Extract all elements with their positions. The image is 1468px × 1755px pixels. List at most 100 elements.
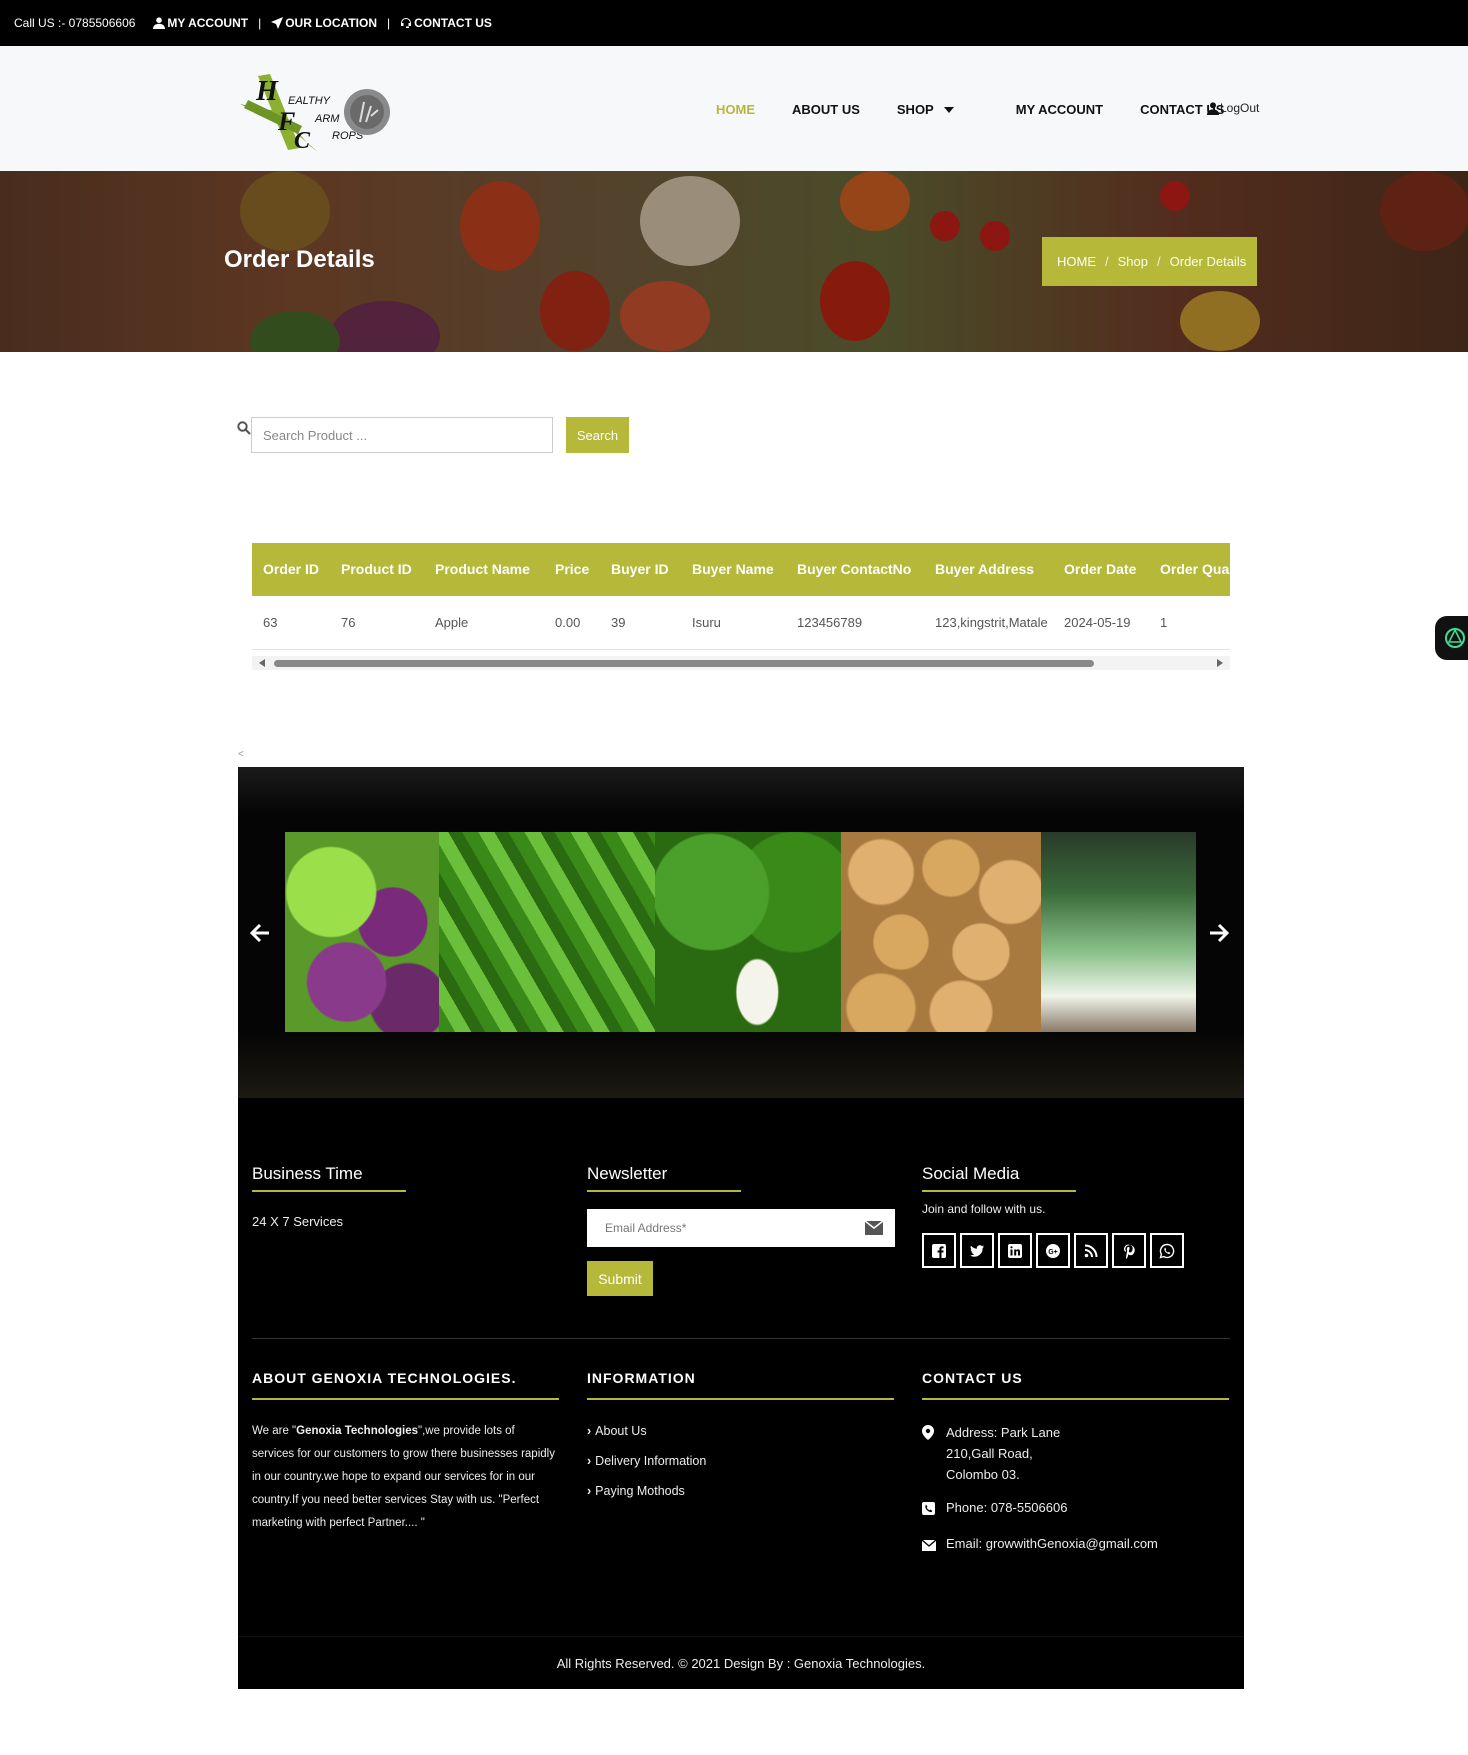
search-icon: [237, 421, 251, 435]
search-input[interactable]: [251, 417, 553, 453]
product-slider: [238, 767, 1244, 1098]
column-header: Order Date: [1064, 561, 1137, 577]
potatoes-image[interactable]: [841, 832, 1041, 1032]
topbar-location-label: OUR LOCATION: [285, 16, 377, 30]
table-header: Order ID Product ID Product Name Price B…: [252, 543, 1230, 596]
nav-my-account[interactable]: MY ACCOUNT: [1016, 102, 1103, 117]
scroll-left-icon[interactable]: [259, 659, 265, 667]
whatsapp-link[interactable]: [1150, 1233, 1184, 1268]
social-media-title: Social Media: [922, 1164, 1076, 1192]
search-button[interactable]: Search: [566, 417, 629, 453]
svg-text:G+: G+: [1048, 1249, 1058, 1256]
breadcrumb-home[interactable]: HOME: [1057, 254, 1096, 269]
contact-title: CONTACT US: [922, 1370, 1229, 1400]
top-bar: Call US :- 0785506606 MY ACCOUNT | OUR L…: [0, 0, 1468, 46]
column-header: Buyer Name: [692, 561, 774, 577]
address-line: 210,Gall Road,: [946, 1446, 1033, 1461]
user-icon: [1207, 101, 1219, 115]
google-plus-icon: G+: [1046, 1243, 1060, 1258]
breadcrumb-separator: /: [1157, 254, 1161, 269]
topbar-location-link[interactable]: OUR LOCATION: [271, 16, 377, 30]
business-time-title: Business Time: [252, 1164, 406, 1192]
nav-about-us[interactable]: ABOUT US: [792, 102, 860, 117]
cabbage-image[interactable]: [285, 832, 439, 1032]
main-nav: HOME ABOUT US SHOP MY ACCOUNT CONTACT US: [716, 102, 1261, 117]
column-header: Order Qua: [1160, 561, 1230, 577]
nav-home[interactable]: HOME: [716, 102, 755, 117]
linkedin-link[interactable]: [998, 1233, 1032, 1268]
table-cell: 76: [341, 615, 356, 630]
nav-shop-label: SHOP: [896, 102, 934, 117]
google-plus-link[interactable]: G+: [1036, 1233, 1070, 1268]
about-text: We are "Genoxia Technologies",we provide…: [252, 1420, 559, 1535]
facebook-icon: [932, 1243, 946, 1258]
topbar-contact-link[interactable]: CONTACT US: [400, 16, 492, 30]
table-cell: 123,kingstrit,Matale: [935, 615, 1048, 630]
pinterest-link[interactable]: [1112, 1233, 1146, 1268]
column-header: Price: [555, 561, 590, 577]
table-cell: 0.00: [555, 615, 581, 630]
info-link-paying-methods[interactable]: › Paying Mothods: [587, 1476, 894, 1506]
twitter-link[interactable]: [960, 1233, 994, 1268]
rss-link[interactable]: [1074, 1233, 1108, 1268]
contact-email: Email: growwithGenoxia@gmail.com: [921, 1533, 1229, 1557]
chevron-right-icon: ›: [587, 1424, 592, 1438]
site-footer: Business Time 24 X 7 Services Newsletter…: [238, 1098, 1244, 1689]
topbar-my-account-link[interactable]: MY ACCOUNT: [153, 16, 248, 30]
floating-widget-button[interactable]: [1435, 616, 1468, 660]
call-us-text: Call US :- 0785506606: [14, 16, 136, 30]
topbar-contact-label: CONTACT US: [414, 16, 492, 30]
facebook-link[interactable]: [922, 1233, 956, 1268]
horizontal-scrollbar[interactable]: [252, 656, 1230, 670]
breadcrumb-separator: /: [1105, 254, 1109, 269]
contact-phone: Phone: 078-5506606: [922, 1497, 1229, 1521]
copyright: All Rights Reserved. © 2021 Design By : …: [238, 1636, 1244, 1689]
logout-link[interactable]: LogOut: [1207, 101, 1259, 115]
slider-prev-button[interactable]: [249, 922, 271, 944]
info-link-label: Delivery Information: [595, 1454, 707, 1468]
leeks-image[interactable]: [1041, 832, 1196, 1032]
business-time-text: 24 X 7 Services: [252, 1214, 344, 1229]
svg-text:C: C: [294, 128, 311, 152]
footer-divider: [252, 1338, 1230, 1339]
info-link-about-us[interactable]: › About Us: [587, 1416, 894, 1446]
bitter-gourd-image[interactable]: [439, 832, 655, 1032]
pinterest-icon: [1124, 1244, 1135, 1259]
newsletter-submit-button[interactable]: Submit: [587, 1261, 653, 1296]
slider-next-button[interactable]: [1208, 922, 1230, 944]
stray-lt-mark: <: [238, 749, 244, 760]
social-media-text: Join and follow with us.: [922, 1202, 1046, 1216]
info-link-delivery[interactable]: › Delivery Information: [587, 1446, 894, 1476]
headset-icon: [401, 18, 412, 28]
contact-email-text[interactable]: Email: growwithGenoxia@gmail.com: [946, 1533, 1158, 1557]
table-cell: 1: [1160, 615, 1168, 630]
newsletter-email-field[interactable]: [587, 1209, 895, 1247]
chevron-right-icon: ›: [587, 1454, 592, 1468]
topbar-separator: |: [387, 16, 391, 30]
breadcrumb-current: Order Details: [1169, 254, 1247, 269]
svg-text:F: F: [277, 107, 295, 136]
info-link-label: Paying Mothods: [595, 1484, 685, 1498]
breadcrumb-shop[interactable]: Shop: [1118, 254, 1148, 269]
table-cell: 63: [263, 615, 278, 630]
nav-shop[interactable]: SHOP: [896, 102, 954, 117]
table-cell: 39: [611, 615, 626, 630]
table-cell: Apple: [435, 615, 469, 630]
location-arrow-icon: [271, 17, 284, 29]
table-cell: 123456789: [797, 615, 863, 630]
phone-icon: [922, 1502, 935, 1515]
about-text-pre: We are ": [252, 1425, 297, 1437]
scroll-right-icon[interactable]: [1217, 659, 1223, 667]
map-marker-icon: [922, 1425, 934, 1440]
about-company-name: Genoxia Technologies: [296, 1425, 418, 1437]
site-logo[interactable]: H F C EALTHY ARM ROPS: [240, 66, 392, 154]
table-row: 63 76 Apple 0.00 39 Isuru 123456789 123,…: [252, 596, 1230, 650]
chevron-down-icon: [943, 106, 954, 113]
email-input[interactable]: [587, 1209, 847, 1247]
whatsapp-icon: [1159, 1243, 1175, 1259]
arrow-left-icon: [249, 923, 269, 943]
contact-address: Address: Park Lane 210,Gall Road, Colomb…: [922, 1422, 1229, 1485]
bok-choy-image[interactable]: [655, 832, 841, 1032]
scrollbar-thumb[interactable]: [274, 660, 1094, 667]
table-cell: Isuru: [692, 615, 721, 630]
